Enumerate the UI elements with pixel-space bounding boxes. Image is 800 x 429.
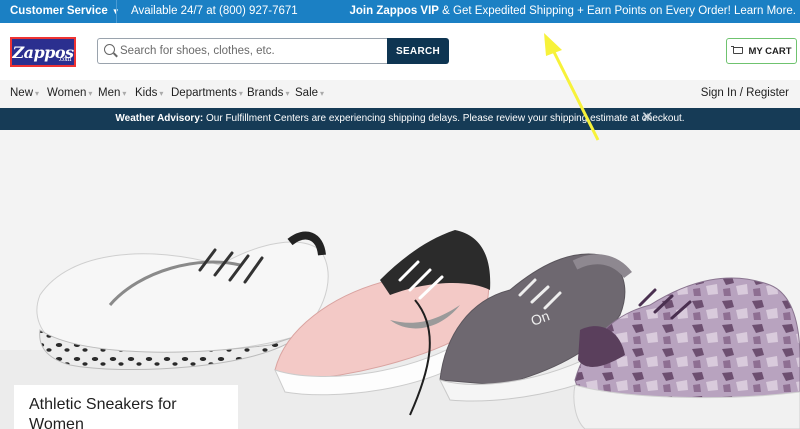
nav-item-label: Men — [98, 87, 121, 99]
vip-promo-text[interactable]: & Get Expedited Shipping + Earn Points o… — [439, 5, 796, 17]
nav-item-sale[interactable]: Sale ▾ — [295, 87, 324, 99]
hero-title[interactable]: Athletic Sneakers for Women — [29, 395, 223, 429]
close-icon[interactable]: ✕ — [641, 110, 654, 126]
nav-item-women[interactable]: Women ▾ — [47, 87, 92, 99]
vip-promo-link[interactable]: Join Zappos VIP & Get Expedited Shipping… — [350, 5, 796, 17]
my-cart-button[interactable]: MY CART — [726, 38, 797, 64]
shopping-cart-icon — [731, 46, 744, 56]
search-box — [97, 38, 387, 64]
customer-service-menu[interactable]: Customer Service▼ — [10, 5, 120, 17]
nav-item-departments[interactable]: Departments ▾ — [171, 87, 243, 99]
nav-item-label: Kids — [135, 87, 158, 99]
chevron-down-icon: ▾ — [238, 89, 243, 98]
utility-bar: Customer Service▼ Available 24/7 at (800… — [0, 0, 800, 23]
nav-item-men[interactable]: Men ▾ — [98, 87, 126, 99]
logo-suffix: .com — [58, 56, 71, 63]
divider — [116, 0, 117, 23]
nav-item-label: Sale — [295, 87, 319, 99]
main-nav: New ▾ Women ▾ Men ▾ Kids ▾ Departments ▾ Bran… — [0, 80, 800, 108]
nav-item-label: Departments — [171, 87, 237, 99]
search-button[interactable]: SEARCH — [387, 38, 449, 64]
chevron-down-icon: ▾ — [159, 89, 164, 98]
phone-availability[interactable]: Available 24/7 at (800) 927-7671 — [131, 5, 298, 17]
my-cart-label: MY CART — [748, 45, 792, 57]
nav-item-new[interactable]: New ▾ — [10, 87, 39, 99]
search-input[interactable] — [120, 39, 382, 63]
chevron-down-icon: ▾ — [285, 89, 290, 98]
chevron-down-icon: ▾ — [320, 89, 325, 98]
vip-promo-bold[interactable]: Join Zappos VIP — [350, 5, 439, 17]
nav-item-label: New — [10, 87, 34, 99]
weather-advisory-banner: Weather Advisory: Our Fulfillment Center… — [0, 108, 800, 130]
customer-service-label[interactable]: Customer Service — [10, 5, 108, 17]
advisory-label: Weather Advisory: — [115, 113, 204, 124]
zappos-logo[interactable]: Zappos .com — [10, 37, 76, 67]
search-icon — [104, 44, 115, 55]
nav-item-kids[interactable]: Kids ▾ — [135, 87, 163, 99]
nav-item-label: Brands — [247, 87, 284, 99]
nav-item-label: Women — [47, 87, 87, 99]
chevron-down-icon: ▾ — [122, 89, 127, 98]
advisory-message: Our Fulfillment Centers are experiencing… — [203, 113, 685, 124]
chevron-down-icon: ▾ — [88, 89, 93, 98]
chevron-down-icon: ▾ — [35, 89, 40, 98]
hero-caption-card[interactable]: Athletic Sneakers for Women — [14, 385, 238, 429]
hero-banner[interactable]: On Athletic Sneakers for Women — [0, 130, 800, 429]
nav-item-brands[interactable]: Brands ▾ — [247, 87, 289, 99]
sign-in-register-link[interactable]: Sign In / Register — [701, 87, 789, 99]
advisory-text: Weather Advisory: Our Fulfillment Center… — [0, 113, 800, 124]
